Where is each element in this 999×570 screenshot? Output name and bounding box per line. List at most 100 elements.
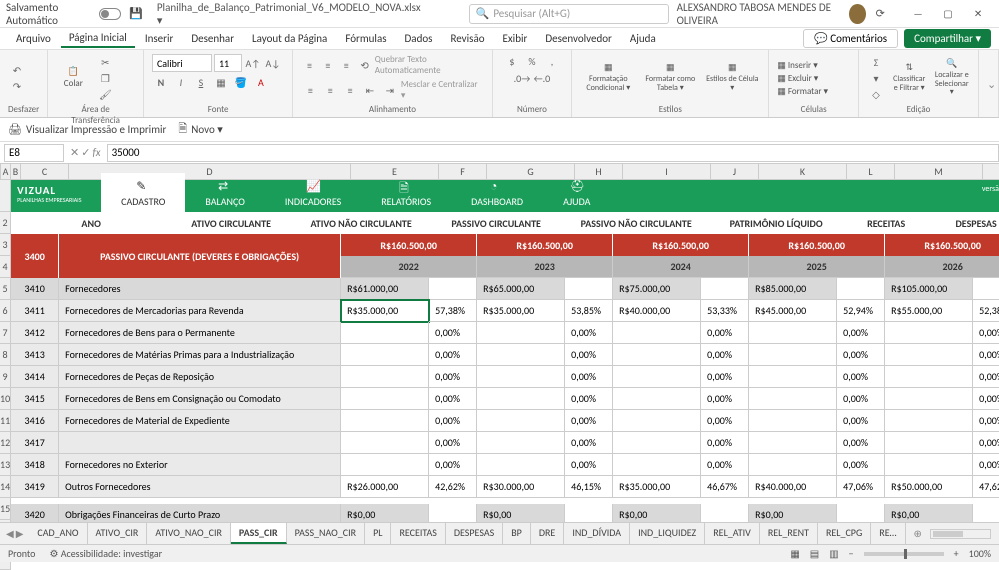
percent-cell[interactable]: 0,00% — [837, 366, 885, 388]
value-cell[interactable]: R$85.000,00 — [749, 278, 837, 300]
minimize-button[interactable]: — — [903, 4, 933, 24]
search-input[interactable]: 🔍 Pesquisar (Alt+G) — [469, 4, 669, 24]
percent-cell[interactable]: 46,15% — [565, 476, 613, 498]
percent-cell[interactable]: 0,00% — [837, 388, 885, 410]
align-mid-button[interactable]: ≡ — [320, 58, 336, 72]
percent-cell[interactable]: 42,62% — [429, 476, 477, 498]
col-header-B[interactable]: B — [11, 164, 21, 179]
sheet-tab[interactable]: REL_ATIV — [705, 523, 760, 544]
format-button[interactable]: ▦ Formatar ▾ — [777, 86, 850, 97]
value-cell[interactable]: R$35.000,00 — [341, 300, 429, 322]
row-header[interactable]: 6 — [0, 300, 10, 322]
sheet-tab[interactable]: PASS_NAO_CIR — [287, 523, 365, 544]
sheet-tab[interactable]: RECEITAS — [391, 523, 445, 544]
orientation-button[interactable]: ⟲ — [356, 58, 372, 72]
align-center-button[interactable]: ≡ — [321, 83, 339, 97]
value-cell[interactable]: R$45.000,00 — [749, 300, 837, 322]
subnav-item[interactable]: ANO — [11, 217, 171, 230]
percent-cell[interactable]: 0,00% — [973, 366, 999, 388]
value-cell[interactable]: R$75.000,00 — [613, 278, 701, 300]
toggle-icon[interactable] — [99, 8, 121, 20]
value-cell[interactable] — [613, 322, 701, 344]
paste-button[interactable]: 📋Colar — [56, 54, 90, 102]
value-cell[interactable]: R$40.000,00 — [749, 476, 837, 498]
row-code[interactable]: 3410 — [11, 278, 59, 300]
sheet-tab[interactable]: DRE — [531, 523, 564, 544]
value-cell[interactable] — [341, 388, 429, 410]
percent-cell[interactable]: 0,00% — [837, 344, 885, 366]
row-header[interactable] — [0, 180, 10, 212]
zoom-in-button[interactable]: + — [954, 547, 959, 560]
row-header[interactable]: 14 — [0, 476, 10, 498]
value-cell[interactable] — [341, 432, 429, 454]
row-header[interactable]: 9 — [0, 366, 10, 388]
subnav-item[interactable]: ATIVO CIRCULANTE — [171, 217, 291, 230]
value-cell[interactable] — [477, 344, 565, 366]
row-header[interactable]: 12 — [0, 432, 10, 454]
percent-cell[interactable]: 0,00% — [837, 410, 885, 432]
percent-cell[interactable]: 0,00% — [565, 322, 613, 344]
percent-cell[interactable]: 0,00% — [973, 322, 999, 344]
row-header[interactable]: 8 — [0, 344, 10, 366]
maximize-button[interactable]: ▢ — [933, 4, 963, 24]
percent-cell[interactable] — [429, 278, 477, 300]
col-header-I[interactable]: I — [623, 164, 711, 179]
value-cell[interactable] — [885, 366, 973, 388]
comma-button[interactable]: , — [543, 54, 561, 68]
value-cell[interactable] — [749, 388, 837, 410]
border-button[interactable]: ▦ — [212, 75, 230, 89]
sheet-tab[interactable]: REL_RENT — [760, 523, 818, 544]
find-select-button[interactable]: 🔍Localizar e Selecionar ▾ — [934, 54, 971, 102]
percent-cell[interactable]: 0,00% — [837, 454, 885, 476]
row-desc[interactable] — [59, 432, 341, 454]
menu-layout-da-página[interactable]: Layout da Página — [244, 30, 335, 47]
value-cell[interactable] — [749, 322, 837, 344]
font-name-select[interactable]: Calibri — [152, 54, 212, 72]
indent-dec-button[interactable]: ⇤ — [361, 83, 379, 97]
menu-arquivo[interactable]: Arquivo — [8, 30, 59, 47]
sync-icon[interactable]: ⟳ — [874, 6, 887, 22]
row-code[interactable]: 3418 — [11, 454, 59, 476]
sheet-tab[interactable]: BP — [503, 523, 531, 544]
value-cell[interactable] — [477, 432, 565, 454]
value-cell[interactable] — [477, 410, 565, 432]
row-code[interactable]: 3419 — [11, 476, 59, 498]
dec-decimal-button[interactable]: ←.0 — [533, 71, 551, 85]
share-button[interactable]: Compartilhar ▾ — [904, 29, 991, 48]
row-header[interactable]: 15 — [0, 498, 10, 520]
value-cell[interactable]: R$61.000,00 — [341, 278, 429, 300]
percent-cell[interactable]: 0,00% — [565, 454, 613, 476]
style-button[interactable]: ▦Formatar como Tabela ▾ — [642, 54, 698, 102]
percent-cell[interactable]: 0,00% — [565, 410, 613, 432]
value-cell[interactable] — [613, 366, 701, 388]
row-code[interactable]: 3417 — [11, 432, 59, 454]
delete-button[interactable]: ▦ Excluir ▾ — [777, 73, 850, 84]
percent-cell[interactable]: 0,00% — [429, 366, 477, 388]
value-cell[interactable] — [885, 454, 973, 476]
sheet-tab[interactable]: IND_LIQUIDEZ — [630, 523, 705, 544]
col-header-K[interactable]: K — [759, 164, 847, 179]
percent-cell[interactable]: 0,00% — [973, 454, 999, 476]
sheet-tab[interactable]: PL — [365, 523, 391, 544]
percent-button[interactable]: % — [523, 54, 541, 68]
view-page-button[interactable]: ▤ — [810, 547, 819, 560]
nav-tab-ajuda[interactable]: ⛑AJUDA — [543, 173, 610, 212]
autosave-toggle[interactable]: Salvamento Automático — [6, 1, 121, 27]
subnav-item[interactable]: PASSIVO NÃO CIRCULANTE — [561, 217, 711, 230]
col-header-C[interactable]: C — [21, 164, 69, 179]
currency-button[interactable]: $ — [503, 54, 521, 68]
percent-cell[interactable]: 0,00% — [701, 366, 749, 388]
col-header-L[interactable]: L — [847, 164, 895, 179]
horizontal-scrollbar[interactable] — [930, 529, 991, 539]
value-cell[interactable]: R$55.000,00 — [885, 300, 973, 322]
fx-button[interactable]: fx — [92, 146, 100, 159]
font-color-button[interactable]: A — [252, 75, 270, 89]
copy-button[interactable]: ❐ — [96, 71, 114, 85]
percent-cell[interactable] — [701, 278, 749, 300]
percent-cell[interactable]: 47,06% — [837, 476, 885, 498]
percent-cell[interactable]: 47,62% — [973, 476, 999, 498]
row-desc[interactable]: Outros Fornecedores — [59, 476, 341, 498]
align-left-button[interactable]: ≡ — [301, 83, 319, 97]
percent-cell[interactable]: 0,00% — [973, 432, 999, 454]
view-break-button[interactable]: ▥ — [829, 547, 838, 560]
